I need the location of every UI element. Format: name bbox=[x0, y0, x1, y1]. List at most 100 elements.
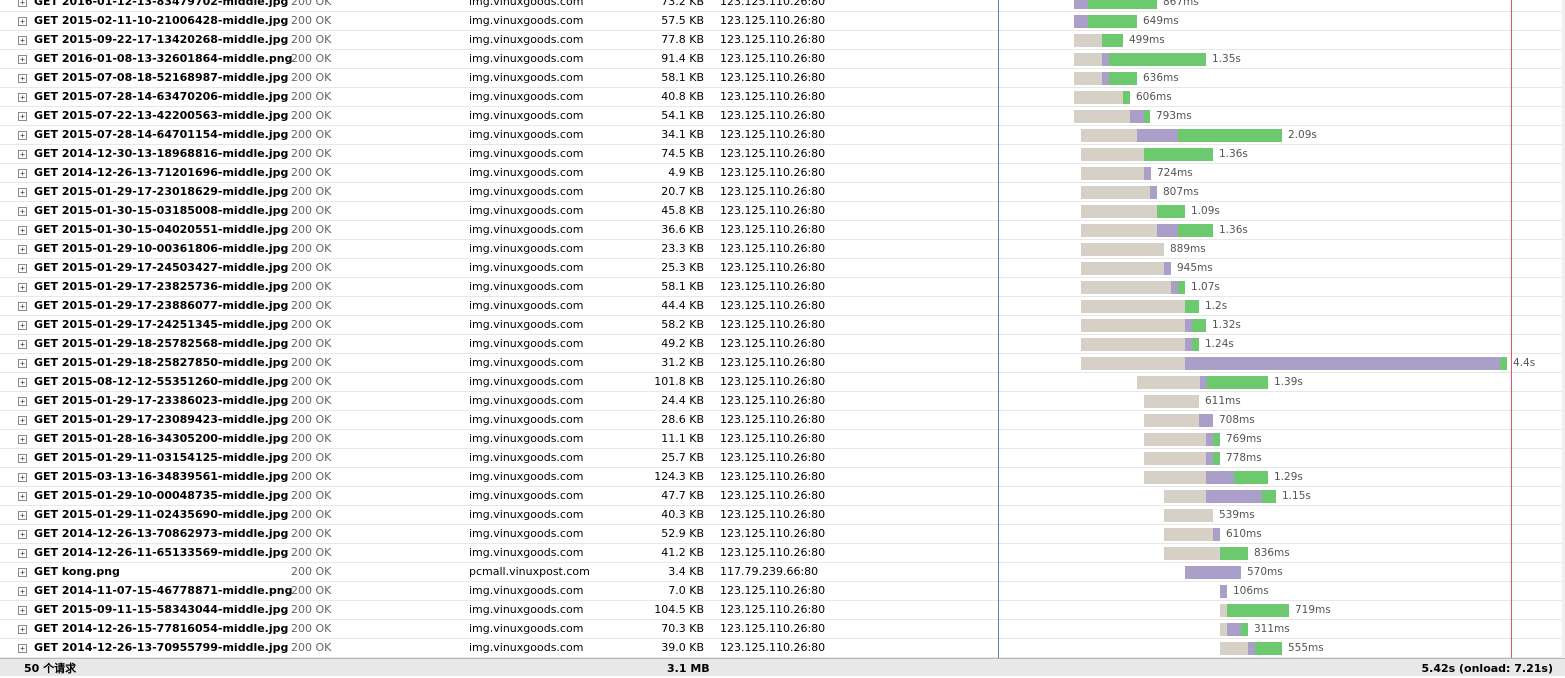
timeline-bar[interactable]: 1.32s bbox=[1000, 316, 1565, 334]
timeline-bar[interactable]: 1.35s bbox=[1000, 50, 1565, 68]
expand-icon[interactable]: + bbox=[18, 435, 27, 444]
expand-icon[interactable]: + bbox=[18, 454, 27, 463]
request-row[interactable]: + GET 2015-01-29-11-03154125-middle.jpg 20… bbox=[0, 449, 1565, 468]
timeline-bar[interactable]: 570ms bbox=[1000, 563, 1565, 581]
timeline-bar[interactable]: 1.09s bbox=[1000, 202, 1565, 220]
request-row[interactable]: + GET 2015-07-22-13-42200563-middle.jpg 20… bbox=[0, 107, 1565, 126]
request-row[interactable]: + GET 2015-01-29-17-24503427-middle.jpg 20… bbox=[0, 259, 1565, 278]
timeline-bar[interactable]: 606ms bbox=[1000, 88, 1565, 106]
request-row[interactable]: + GET 2015-01-29-10-00361806-middle.jpg 20… bbox=[0, 240, 1565, 259]
request-row[interactable]: + GET 2014-12-30-13-18968816-middle.jpg 20… bbox=[0, 145, 1565, 164]
request-row[interactable]: + GET 2015-01-29-17-23825736-middle.jpg 20… bbox=[0, 278, 1565, 297]
request-row[interactable]: + GET kong.png 200 OK pcmall.vinuxpost.com 3… bbox=[0, 563, 1565, 582]
request-row[interactable]: + GET 2015-01-29-18-25782568-middle.jpg 20… bbox=[0, 335, 1565, 354]
expand-icon[interactable]: + bbox=[18, 473, 27, 482]
request-row[interactable]: + GET 2014-11-07-15-46778871-middle.png 20… bbox=[0, 582, 1565, 601]
expand-icon[interactable]: + bbox=[18, 36, 27, 45]
timeline-bar[interactable]: 499ms bbox=[1000, 31, 1565, 49]
expand-icon[interactable]: + bbox=[18, 207, 27, 216]
request-row[interactable]: + GET 2015-01-29-17-23386023-middle.jpg 20… bbox=[0, 392, 1565, 411]
expand-icon[interactable]: + bbox=[18, 511, 27, 520]
timeline-bar[interactable]: 945ms bbox=[1000, 259, 1565, 277]
request-row[interactable]: + GET 2015-09-11-15-58343044-middle.jpg 20… bbox=[0, 601, 1565, 620]
expand-icon[interactable]: + bbox=[18, 283, 27, 292]
expand-icon[interactable]: + bbox=[18, 492, 27, 501]
timeline-bar[interactable]: 555ms bbox=[1000, 639, 1565, 657]
expand-icon[interactable]: + bbox=[18, 264, 27, 273]
expand-icon[interactable]: + bbox=[18, 397, 27, 406]
timeline-bar[interactable]: 836ms bbox=[1000, 544, 1565, 562]
request-row[interactable]: + GET 2015-03-13-16-34839561-middle.jpg 20… bbox=[0, 468, 1565, 487]
expand-icon[interactable]: + bbox=[18, 644, 27, 653]
timeline-bar[interactable]: 724ms bbox=[1000, 164, 1565, 182]
expand-icon[interactable]: + bbox=[18, 0, 27, 7]
request-row[interactable]: + GET 2015-07-28-14-63470206-middle.jpg 20… bbox=[0, 88, 1565, 107]
expand-icon[interactable]: + bbox=[18, 169, 27, 178]
timeline-bar[interactable]: 1.15s bbox=[1000, 487, 1565, 505]
request-row[interactable]: + GET 2016-01-08-13-32601864-middle.png 20… bbox=[0, 50, 1565, 69]
timeline-bar[interactable]: 649ms bbox=[1000, 12, 1565, 30]
expand-icon[interactable]: + bbox=[18, 17, 27, 26]
expand-icon[interactable]: + bbox=[18, 416, 27, 425]
request-row[interactable]: + GET 2014-12-26-13-71201696-middle.jpg 20… bbox=[0, 164, 1565, 183]
request-row[interactable]: + GET 2015-01-29-18-25827850-middle.jpg 20… bbox=[0, 354, 1565, 373]
timeline-bar[interactable]: 708ms bbox=[1000, 411, 1565, 429]
timeline-bar[interactable]: 1.2s bbox=[1000, 297, 1565, 315]
request-row[interactable]: + GET 2015-07-08-18-52168987-middle.jpg 20… bbox=[0, 69, 1565, 88]
expand-icon[interactable]: + bbox=[18, 587, 27, 596]
request-row[interactable]: + GET 2014-12-26-13-70955799-middle.jpg 20… bbox=[0, 639, 1565, 658]
timeline-bar[interactable]: 1.36s bbox=[1000, 145, 1565, 163]
expand-icon[interactable]: + bbox=[18, 150, 27, 159]
expand-icon[interactable]: + bbox=[18, 55, 27, 64]
expand-icon[interactable]: + bbox=[18, 226, 27, 235]
request-row[interactable]: + GET 2015-01-29-17-23089423-middle.jpg 20… bbox=[0, 411, 1565, 430]
timeline-bar[interactable]: 867ms bbox=[1000, 0, 1565, 11]
request-row[interactable]: + GET 2015-01-30-15-03185008-middle.jpg 20… bbox=[0, 202, 1565, 221]
request-row[interactable]: + GET 2015-08-12-12-55351260-middle.jpg 20… bbox=[0, 373, 1565, 392]
timeline-bar[interactable]: 1.24s bbox=[1000, 335, 1565, 353]
timeline-bar[interactable]: 1.36s bbox=[1000, 221, 1565, 239]
timeline-bar[interactable]: 610ms bbox=[1000, 525, 1565, 543]
expand-icon[interactable]: + bbox=[18, 131, 27, 140]
expand-icon[interactable]: + bbox=[18, 606, 27, 615]
timeline-bar[interactable]: 636ms bbox=[1000, 69, 1565, 87]
timeline-bar[interactable]: 1.07s bbox=[1000, 278, 1565, 296]
request-row[interactable]: + GET 2016-01-12-13-83479702-middle.jpg 20… bbox=[0, 0, 1565, 12]
expand-icon[interactable]: + bbox=[18, 302, 27, 311]
request-row[interactable]: + GET 2015-01-29-17-24251345-middle.jpg 20… bbox=[0, 316, 1565, 335]
expand-icon[interactable]: + bbox=[18, 359, 27, 368]
request-row[interactable]: + GET 2015-07-28-14-64701154-middle.jpg 20… bbox=[0, 126, 1565, 145]
expand-icon[interactable]: + bbox=[18, 378, 27, 387]
expand-icon[interactable]: + bbox=[18, 625, 27, 634]
timeline-bar[interactable]: 311ms bbox=[1000, 620, 1565, 638]
request-row[interactable]: + GET 2015-09-22-17-13420268-middle.jpg 20… bbox=[0, 31, 1565, 50]
timeline-bar[interactable]: 719ms bbox=[1000, 601, 1565, 619]
request-row[interactable]: + GET 2014-12-26-13-70862973-middle.jpg 20… bbox=[0, 525, 1565, 544]
timeline-bar[interactable]: 4.4s bbox=[1000, 354, 1565, 372]
timeline-bar[interactable]: 1.39s bbox=[1000, 373, 1565, 391]
request-row[interactable]: + GET 2014-12-26-15-77816054-middle.jpg 20… bbox=[0, 620, 1565, 639]
expand-icon[interactable]: + bbox=[18, 188, 27, 197]
timeline-bar[interactable]: 539ms bbox=[1000, 506, 1565, 524]
timeline-bar[interactable]: 611ms bbox=[1000, 392, 1565, 410]
expand-icon[interactable]: + bbox=[18, 568, 27, 577]
timeline-bar[interactable]: 889ms bbox=[1000, 240, 1565, 258]
request-row[interactable]: + GET 2015-01-28-16-34305200-middle.jpg 20… bbox=[0, 430, 1565, 449]
request-row[interactable]: + GET 2015-02-11-10-21006428-middle.jpg 20… bbox=[0, 12, 1565, 31]
expand-icon[interactable]: + bbox=[18, 245, 27, 254]
expand-icon[interactable]: + bbox=[18, 549, 27, 558]
timeline-bar[interactable]: 106ms bbox=[1000, 582, 1565, 600]
timeline-bar[interactable]: 807ms bbox=[1000, 183, 1565, 201]
request-row[interactable]: + GET 2015-01-29-17-23018629-middle.jpg 20… bbox=[0, 183, 1565, 202]
timeline-bar[interactable]: 778ms bbox=[1000, 449, 1565, 467]
timeline-bar[interactable]: 793ms bbox=[1000, 107, 1565, 125]
timeline-bar[interactable]: 1.29s bbox=[1000, 468, 1565, 486]
expand-icon[interactable]: + bbox=[18, 340, 27, 349]
request-row[interactable]: + GET 2014-12-26-11-65133569-middle.jpg 20… bbox=[0, 544, 1565, 563]
expand-icon[interactable]: + bbox=[18, 321, 27, 330]
expand-icon[interactable]: + bbox=[18, 112, 27, 121]
expand-icon[interactable]: + bbox=[18, 530, 27, 539]
request-row[interactable]: + GET 2015-01-29-17-23886077-middle.jpg 20… bbox=[0, 297, 1565, 316]
request-row[interactable]: + GET 2015-01-29-10-00048735-middle.jpg 20… bbox=[0, 487, 1565, 506]
timeline-bar[interactable]: 769ms bbox=[1000, 430, 1565, 448]
